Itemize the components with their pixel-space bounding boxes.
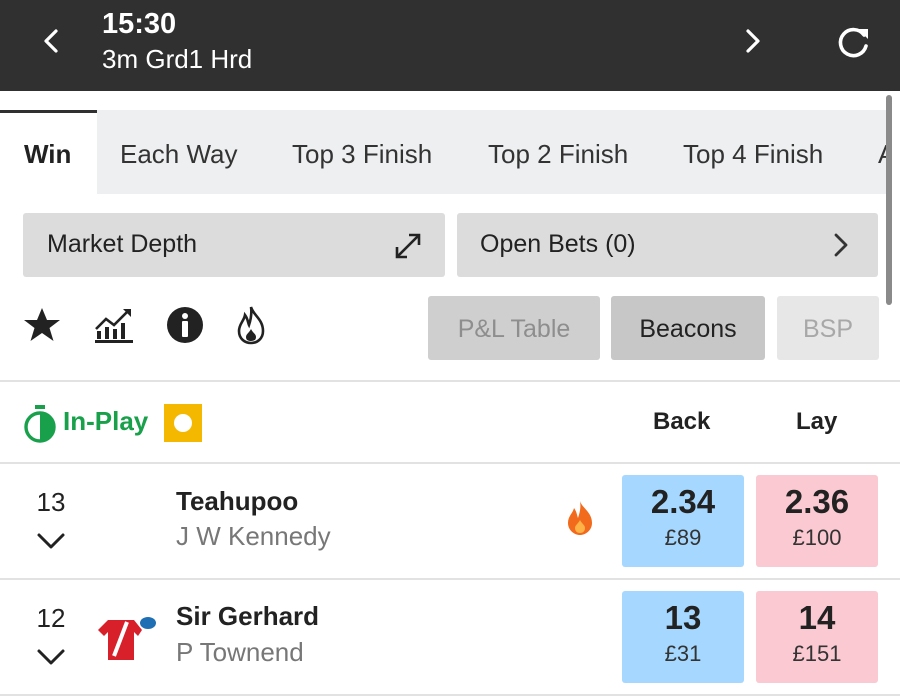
back-price: 2.34	[650, 483, 716, 520]
race-time: 15:30	[102, 8, 177, 40]
in-play-status-badge	[164, 404, 202, 442]
tab-top-3-finish[interactable]: Top 3 Finish	[292, 110, 432, 194]
jockey-name: P Townend	[176, 637, 304, 667]
in-play-icon	[24, 405, 56, 443]
divider	[0, 462, 900, 464]
chart-icon[interactable]	[93, 305, 135, 345]
lay-amount: £100	[792, 525, 842, 550]
back-amount: £89	[664, 525, 702, 550]
race-name: 3m Grd1 Hrd	[102, 44, 253, 74]
lay-odds-button[interactable]: 2.36 £100	[756, 475, 878, 567]
chevron-down-icon[interactable]	[36, 647, 66, 667]
chevron-right-icon[interactable]	[738, 26, 768, 56]
bsp-button[interactable]: BSP	[777, 296, 879, 360]
pl-table-button[interactable]: P&L Table	[428, 296, 600, 360]
refresh-icon[interactable]	[834, 24, 872, 62]
race-header: 15:30 3m Grd1 Hrd	[0, 0, 900, 91]
back-odds-button[interactable]: 13 £31	[622, 591, 744, 683]
flame-icon[interactable]	[234, 305, 268, 345]
hot-flame-icon	[568, 501, 592, 535]
lay-price: 2.36	[784, 483, 850, 520]
back-odds-button[interactable]: 2.34 £89	[622, 475, 744, 567]
open-bets-label: Open Bets (0)	[480, 230, 636, 258]
expand-icon	[395, 233, 421, 259]
lay-price: 14	[798, 599, 836, 636]
divider	[0, 694, 900, 696]
divider	[0, 380, 900, 382]
tab-each-way[interactable]: Each Way	[120, 110, 238, 194]
back-column-header: Back	[653, 408, 711, 435]
beacons-button[interactable]: Beacons	[611, 296, 765, 360]
divider	[0, 578, 900, 580]
back-amount: £31	[664, 641, 702, 666]
jockey-name: J W Kennedy	[176, 521, 331, 551]
runner-number: 13	[36, 487, 66, 517]
tab-top-4-finish[interactable]: Top 4 Finish	[683, 110, 823, 194]
star-icon[interactable]	[22, 305, 62, 345]
chevron-left-icon[interactable]	[36, 26, 66, 56]
runner-name[interactable]: Teahupoo	[176, 486, 298, 517]
chevron-right-icon	[834, 233, 848, 257]
tab-win[interactable]: Win	[0, 110, 97, 194]
jockey-silks-icon	[98, 617, 156, 660]
tab-top-2-finish[interactable]: Top 2 Finish	[488, 110, 628, 194]
lay-amount: £151	[792, 641, 842, 666]
in-play-label: In-Play	[63, 406, 149, 436]
tab-all[interactable]: Al	[878, 110, 886, 194]
chevron-down-icon[interactable]	[36, 531, 66, 551]
back-price: 13	[664, 599, 702, 636]
market-tabs: Win Each Way Top 3 Finish Top 2 Finish T…	[0, 110, 886, 194]
lay-odds-button[interactable]: 14 £151	[756, 591, 878, 683]
lay-column-header: Lay	[796, 408, 838, 435]
info-icon[interactable]	[165, 305, 205, 345]
open-bets-button[interactable]: Open Bets (0)	[457, 213, 878, 277]
market-depth-button[interactable]: Market Depth	[23, 213, 445, 277]
runner-number: 12	[36, 603, 66, 633]
market-depth-label: Market Depth	[47, 230, 198, 258]
scrollbar[interactable]	[886, 95, 892, 305]
runner-name[interactable]: Sir Gerhard	[176, 601, 319, 632]
